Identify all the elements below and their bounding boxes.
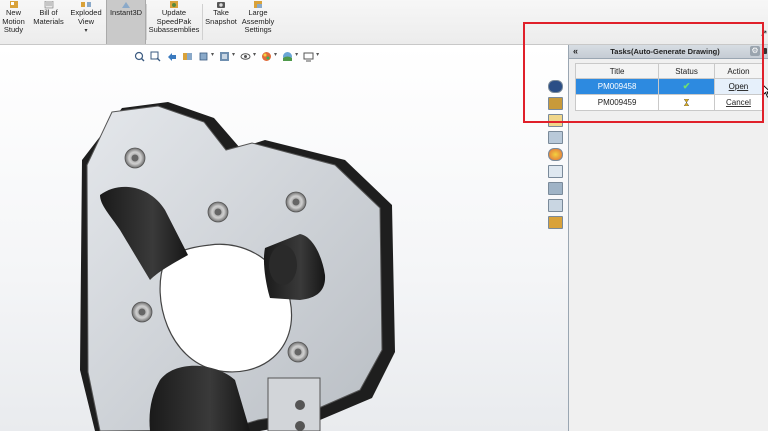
apply-scene-icon[interactable] [282, 49, 293, 61]
ribbon-divider [146, 4, 147, 40]
instant3d-label: Instant3D [109, 8, 143, 17]
assembly-model[interactable] [0, 45, 568, 431]
task-pane: « Tasks(Auto-Generate Drawing) ⚙ Title S… [568, 45, 768, 431]
table-header-row: Title Status Action [574, 63, 764, 79]
design-library-icon[interactable] [548, 97, 563, 110]
open-link[interactable]: Open [729, 82, 749, 91]
task-status-cell: ✔ [658, 78, 715, 95]
view-settings-icon[interactable] [303, 49, 314, 61]
chevron-down-icon[interactable]: ▾ [274, 51, 277, 58]
task-pane-header: « Tasks(Auto-Generate Drawing) ⚙ [569, 45, 768, 59]
update-speedpak-label: Update SpeedPak Subassemblies [148, 8, 200, 34]
update-speedpak-button[interactable]: Update SpeedPak Subassemblies [148, 0, 200, 44]
resize-arrow-icon: ↗ [760, 28, 768, 38]
chevron-down-icon[interactable]: ▾ [232, 51, 235, 58]
ribbon-divider [202, 4, 203, 40]
column-header-title[interactable]: Title [574, 63, 660, 79]
mouse-cursor-icon [762, 84, 768, 98]
zoom-area-icon[interactable] [150, 49, 161, 61]
edit-appearance-icon[interactable] [261, 49, 272, 61]
exploded-view-label: Exploded View [70, 8, 102, 26]
command-manager-ribbon: New Motion Study Bill of Materials Explo… [0, 0, 768, 45]
task-title-cell[interactable]: PM009458 [574, 78, 660, 95]
view-palette-icon[interactable] [548, 131, 563, 144]
heads-up-view-toolbar: ▾ ▾ ▾ ▾ ▾ ▾ [134, 47, 319, 61]
solidworks-resources-icon[interactable] [548, 80, 563, 93]
custom-properties-icon[interactable] [548, 165, 563, 178]
appearances-icon[interactable] [548, 148, 563, 161]
exploded-view-button[interactable]: Exploded View ▾ [68, 0, 104, 44]
new-motion-study-button[interactable]: New Motion Study [0, 0, 27, 44]
large-assembly-settings-button[interactable]: Large Assembly Settings [240, 0, 276, 44]
chevron-down-icon[interactable]: ▾ [316, 51, 319, 58]
task-pane-tabs [548, 80, 564, 229]
instant3d-button[interactable]: Instant3D [106, 0, 146, 44]
task-status-cell [658, 94, 715, 111]
bill-of-materials-button[interactable]: Bill of Materials [30, 0, 67, 44]
graphics-area[interactable]: ▾ ▾ ▾ ▾ ▾ ▾ [0, 45, 568, 431]
view-orientation-icon[interactable] [198, 49, 209, 60]
chevron-down-icon[interactable]: ▾ [253, 51, 256, 58]
large-assembly-settings-label: Large Assembly Settings [241, 8, 275, 34]
file-explorer-icon[interactable] [548, 114, 563, 127]
bill-of-materials-label: Bill of Materials [33, 8, 64, 26]
3dcontent-icon[interactable] [548, 182, 563, 195]
task-action-cell: Cancel [713, 94, 764, 111]
chevron-down-icon[interactable]: ▾ [295, 51, 298, 58]
checkmark-icon: ✔ [682, 81, 691, 91]
section-view-icon[interactable] [182, 49, 193, 60]
gear-icon[interactable]: ⚙ [750, 46, 760, 56]
take-snapshot-label: Take Snapshot [205, 8, 237, 26]
tasks-table: Title Status Action PM009458 ✔ Open PM00… [574, 63, 764, 111]
task-action-cell: Open [713, 78, 764, 95]
column-header-status[interactable]: Status [658, 63, 715, 79]
chevron-down-icon[interactable]: ▾ [211, 51, 214, 58]
pin-icon[interactable] [763, 48, 767, 54]
hourglass-icon [684, 99, 690, 106]
take-snapshot-button[interactable]: Take Snapshot [204, 0, 238, 44]
zoom-to-fit-icon[interactable] [134, 49, 145, 61]
display-style-icon[interactable] [219, 49, 230, 61]
cancel-link[interactable]: Cancel [726, 98, 751, 107]
task-pane-title: Tasks(Auto-Generate Drawing) [610, 47, 720, 56]
table-row[interactable]: PM009459 Cancel [574, 94, 764, 111]
table-row[interactable]: PM009458 ✔ Open [574, 78, 764, 95]
column-header-action[interactable]: Action [713, 63, 764, 79]
forum-icon[interactable] [548, 199, 563, 212]
double-chevron-left-icon[interactable]: « [573, 45, 578, 57]
new-motion-study-label: New Motion Study [2, 8, 25, 34]
task-title-cell[interactable]: PM009459 [574, 94, 660, 111]
hide-show-icon[interactable] [240, 49, 251, 60]
chevron-down-icon[interactable]: ▾ [84, 28, 87, 34]
previous-view-icon[interactable] [166, 49, 177, 61]
tasks-icon[interactable] [548, 216, 563, 229]
